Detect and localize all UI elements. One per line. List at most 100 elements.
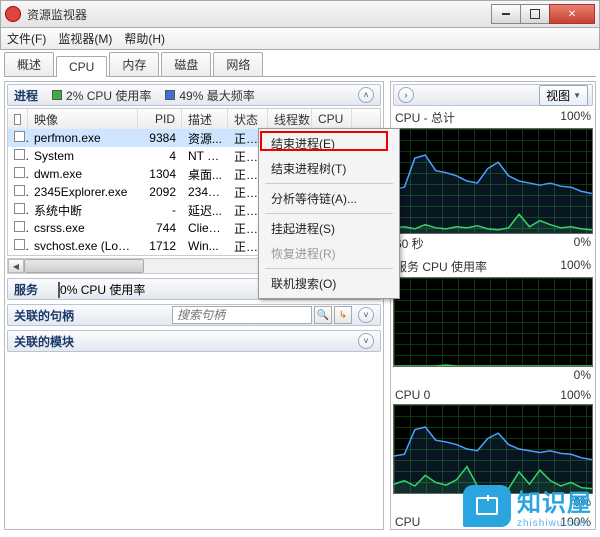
col-desc[interactable]: 描述 bbox=[182, 109, 228, 129]
graphs-container: CPU - 总计 100% 60 秒0% 服务 CPU 使用率 100% 0% CPU 0 1… bbox=[393, 109, 593, 527]
row-checkbox[interactable] bbox=[8, 166, 28, 182]
cell-pid: 2092 bbox=[138, 184, 182, 200]
processes-label: 进程 bbox=[14, 87, 38, 104]
cell-pid: 9384 bbox=[138, 130, 182, 146]
ctx-end-tree[interactable]: 结束进程树(T) bbox=[261, 156, 397, 181]
menu-file[interactable]: 文件(F) bbox=[7, 30, 46, 47]
separator bbox=[265, 183, 393, 184]
graph-title-row: CPU 0 100% bbox=[393, 388, 593, 404]
cell-desc: Win... bbox=[182, 238, 228, 254]
watermark-logo-icon bbox=[463, 485, 511, 527]
graph-title-row: CPU - 总计 100% bbox=[393, 109, 593, 128]
cell-pid: 1304 bbox=[138, 166, 182, 182]
graph-max: 100% bbox=[560, 388, 591, 402]
ctx-suspend[interactable]: 挂起进程(S) bbox=[261, 216, 397, 241]
graph-footer: 60 秒0% bbox=[393, 234, 593, 252]
collapse-icon[interactable]: ˄ bbox=[358, 87, 374, 103]
minimize-button[interactable] bbox=[491, 4, 521, 24]
cell-pid: 4 bbox=[138, 148, 182, 164]
graph-title-row: 服务 CPU 使用率 100% bbox=[393, 258, 593, 277]
row-checkbox[interactable] bbox=[8, 130, 28, 146]
scroll-left-icon[interactable]: ◀ bbox=[8, 259, 24, 273]
cell-pid: - bbox=[138, 202, 182, 218]
cell-desc: 资源... bbox=[182, 129, 228, 148]
cell-image: System bbox=[28, 148, 138, 164]
graph-block: CPU - 总计 100% 60 秒0% bbox=[393, 109, 593, 252]
graph-canvas bbox=[393, 277, 593, 367]
watermark-text: 知识屋 zhishiwu.com bbox=[517, 483, 592, 529]
separator bbox=[265, 268, 393, 269]
col-pid[interactable]: PID bbox=[138, 109, 182, 129]
menubar: 文件(F) 监视器(M) 帮助(H) bbox=[0, 28, 600, 50]
right-panel: › 视图 CPU - 总计100%60 秒0%服务 CPU 使用率100%0%C… bbox=[390, 81, 596, 530]
close-button[interactable] bbox=[549, 4, 595, 24]
cell-image: svchost.exe (Local... bbox=[28, 238, 138, 254]
cell-image: dwm.exe bbox=[28, 166, 138, 182]
modules-header[interactable]: 关联的模块 ˅ bbox=[7, 330, 381, 352]
menu-help[interactable]: 帮助(H) bbox=[124, 30, 165, 47]
row-checkbox[interactable] bbox=[8, 202, 28, 218]
col-status[interactable]: 状态 bbox=[228, 109, 268, 129]
expand-icon[interactable]: ˅ bbox=[358, 333, 374, 349]
graph-max: 100% bbox=[560, 258, 591, 275]
graph-canvas bbox=[393, 128, 593, 234]
cell-image: 系统中断 bbox=[28, 201, 138, 220]
row-checkbox[interactable] bbox=[8, 184, 28, 200]
graph-block: 服务 CPU 使用率 100% 0% bbox=[393, 258, 593, 382]
ctx-resume: 恢复进程(R) bbox=[261, 241, 397, 266]
services-legend: 0% CPU 使用率 bbox=[58, 281, 145, 298]
row-checkbox[interactable] bbox=[8, 238, 28, 254]
titlebar: 资源监视器 bbox=[0, 0, 600, 28]
cell-image: perfmon.exe bbox=[28, 130, 138, 146]
ctx-wait-chain[interactable]: 分析等待链(A)... bbox=[261, 186, 397, 211]
modules-label: 关联的模块 bbox=[14, 333, 74, 350]
graph-title: 服务 CPU 使用率 bbox=[395, 258, 487, 275]
graph-max: 100% bbox=[560, 109, 591, 126]
graph-canvas bbox=[393, 404, 593, 494]
maximize-button[interactable] bbox=[520, 4, 550, 24]
handles-header[interactable]: 关联的句柄 🔍 ↳ ˅ bbox=[7, 304, 381, 326]
search-icon[interactable]: 🔍 bbox=[314, 306, 332, 324]
square-green-icon bbox=[52, 90, 62, 100]
tabs: 概述 CPU 内存 磁盘 网络 bbox=[4, 53, 596, 77]
right-header: › 视图 bbox=[393, 84, 593, 106]
tab-disk[interactable]: 磁盘 bbox=[161, 52, 211, 76]
square-blue-icon bbox=[165, 90, 175, 100]
app-icon bbox=[5, 6, 21, 22]
separator bbox=[265, 213, 393, 214]
window-buttons bbox=[492, 4, 595, 24]
ctx-end-process[interactable]: 结束进程(E) bbox=[261, 131, 397, 156]
graph-title: CPU 0 bbox=[395, 388, 430, 402]
graph-title: CPU - 总计 bbox=[395, 109, 455, 126]
col-threads[interactable]: 线程数 bbox=[268, 109, 312, 129]
menu-monitor[interactable]: 监视器(M) bbox=[58, 30, 112, 47]
col-image[interactable]: 映像 bbox=[28, 109, 138, 129]
tab-cpu[interactable]: CPU bbox=[56, 56, 107, 77]
row-checkbox[interactable] bbox=[8, 220, 28, 236]
window-title: 资源监视器 bbox=[27, 6, 492, 23]
tab-network[interactable]: 网络 bbox=[213, 52, 263, 76]
view-dropdown[interactable]: 视图 bbox=[539, 85, 588, 106]
cell-desc: 延迟... bbox=[182, 201, 228, 220]
col-checkbox[interactable] bbox=[8, 109, 28, 129]
cell-desc: 桌面... bbox=[182, 165, 228, 184]
graph-footer: 0% bbox=[393, 367, 593, 382]
scroll-thumb[interactable] bbox=[24, 259, 144, 273]
cell-pid: 1712 bbox=[138, 238, 182, 254]
cell-pid: 744 bbox=[138, 220, 182, 236]
collapse-left-icon[interactable]: › bbox=[398, 87, 414, 103]
search-input[interactable] bbox=[172, 306, 312, 324]
tab-memory[interactable]: 内存 bbox=[109, 52, 159, 76]
legend-cpu-usage: 2% CPU 使用率 bbox=[52, 87, 151, 104]
cell-image: csrss.exe bbox=[28, 220, 138, 236]
processes-header[interactable]: 进程 2% CPU 使用率 49% 最大频率 ˄ bbox=[7, 84, 381, 106]
cell-desc: 2345... bbox=[182, 184, 228, 200]
ctx-search-online[interactable]: 联机搜索(O) bbox=[261, 271, 397, 296]
graph-title: CPU bbox=[395, 515, 420, 527]
tab-overview[interactable]: 概述 bbox=[4, 52, 54, 76]
search-next-icon[interactable]: ↳ bbox=[334, 306, 352, 324]
expand-icon[interactable]: ˅ bbox=[358, 307, 374, 323]
cell-desc: NT K... bbox=[182, 148, 228, 164]
row-checkbox[interactable] bbox=[8, 148, 28, 164]
col-cpu[interactable]: CPU bbox=[312, 109, 352, 129]
